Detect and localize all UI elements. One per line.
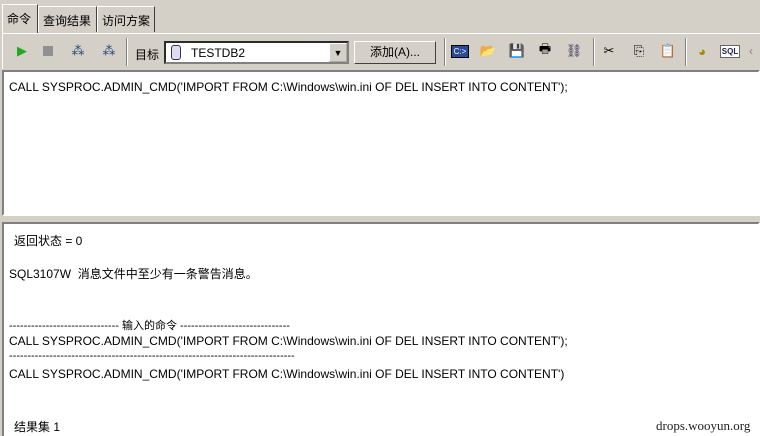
command-window-icon[interactable]: C:>	[449, 40, 471, 62]
explain-button[interactable]: ⁂	[98, 40, 120, 62]
command-divider-header: ------------------------------ 输入的命令 ---…	[9, 320, 290, 332]
tab-query-results[interactable]: 查询结果	[38, 6, 97, 32]
add-button[interactable]: 添加(A)...	[354, 41, 436, 64]
target-select[interactable]: TESTDB2 ▼	[164, 41, 349, 64]
tab-command[interactable]: 命令	[2, 4, 38, 33]
watermark: drops.wooyun.org	[656, 418, 751, 433]
command-exec: CALL SYSPROC.ADMIN_CMD('IMPORT FROM C:\W…	[9, 367, 565, 381]
return-status: 返回状态 = 0	[14, 234, 83, 248]
output-panel: 返回状态 = 0 SQL3107W 消息文件中至少有一条警告消息。 ------…	[2, 222, 760, 436]
chevron-down-icon[interactable]: ▼	[329, 43, 347, 62]
sql-assist-icon[interactable]: SQL	[719, 40, 741, 62]
save-icon[interactable]: 💾	[506, 40, 528, 62]
tab-label: 访问方案	[102, 14, 151, 28]
target-value: TESTDB2	[191, 46, 246, 60]
command-echo: CALL SYSPROC.ADMIN_CMD('IMPORT FROM C:\W…	[9, 334, 568, 348]
separator	[593, 38, 595, 66]
tab-label: 命令	[7, 12, 32, 26]
stop-icon	[43, 46, 53, 56]
find-icon[interactable]: ⛓	[563, 40, 585, 62]
open-folder-icon[interactable]: 📂	[477, 40, 499, 62]
warning-message: SQL3107W 消息文件中至少有一条警告消息。	[9, 267, 258, 281]
chevron-left-icon[interactable]: ‹	[749, 44, 753, 58]
paste-icon[interactable]: 📋	[657, 40, 679, 62]
copy-icon[interactable]: ⎘	[628, 40, 650, 62]
target-label: 目标	[135, 48, 160, 62]
editor-text[interactable]: CALL SYSPROC.ADMIN_CMD('IMPORT FROM C:\W…	[9, 80, 568, 94]
command-editor[interactable]: CALL SYSPROC.ADMIN_CMD('IMPORT FROM C:\W…	[2, 70, 760, 216]
divider: ----------------------------------------…	[9, 350, 295, 362]
tab-access-plan[interactable]: 访问方案	[97, 6, 155, 32]
print-icon[interactable]: 🖶	[534, 40, 556, 62]
cut-icon[interactable]: ✂	[598, 40, 620, 62]
database-icon	[171, 45, 181, 60]
run-explain-button[interactable]: ⁂	[67, 40, 89, 62]
run-button[interactable]: ▶	[11, 40, 33, 62]
options-icon[interactable]: ◕	[691, 40, 713, 62]
toolbar: ▶ ⁂ ⁂ 目标 TESTDB2 ▼ 添加(A)... C:> 📂 💾 🖶 ⛓ …	[2, 33, 760, 69]
separator	[444, 38, 446, 66]
result-set-label: 结果集 1	[14, 420, 61, 434]
separator	[126, 38, 128, 66]
separator	[685, 38, 687, 66]
stop-button[interactable]	[37, 40, 59, 62]
tab-label: 查询结果	[43, 14, 92, 28]
add-label: 添加(A)...	[370, 45, 420, 59]
